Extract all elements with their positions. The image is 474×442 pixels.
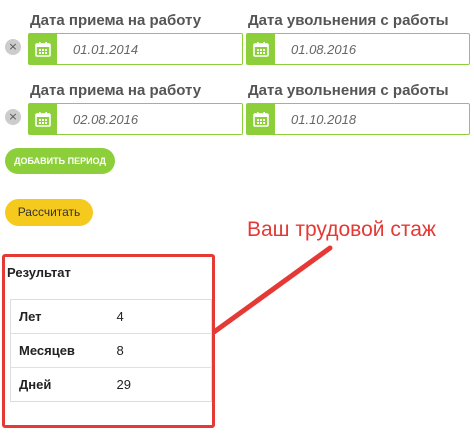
calendar-icon xyxy=(253,42,269,57)
period-row-1: Дата приема на работу Дата увольнения с … xyxy=(0,0,474,70)
remove-period-button[interactable]: × xyxy=(5,109,21,125)
period-row-2: Дата приема на работу Дата увольнения с … xyxy=(0,70,474,140)
start-date-value[interactable]: 01.01.2014 xyxy=(73,42,138,57)
calendar-icon xyxy=(35,42,51,57)
end-date-field[interactable]: 01.10.2018 xyxy=(246,103,470,135)
years-value: 4 xyxy=(116,309,124,324)
calendar-button[interactable] xyxy=(247,34,275,64)
days-label: Дней xyxy=(10,367,109,402)
months-value: 8 xyxy=(108,333,212,368)
close-icon: × xyxy=(8,110,18,123)
end-date-value[interactable]: 01.08.2016 xyxy=(291,42,356,57)
start-date-label: Дата приема на работу xyxy=(30,82,202,99)
end-date-field[interactable]: 01.08.2016 xyxy=(246,33,470,65)
result-title: Результат xyxy=(7,265,71,280)
calendar-icon xyxy=(35,112,51,127)
calculate-button[interactable]: Рассчитать xyxy=(5,199,93,226)
table-row: Лет 4 xyxy=(11,300,212,334)
remove-period-button[interactable]: × xyxy=(5,39,21,55)
end-date-value[interactable]: 01.10.2018 xyxy=(291,112,356,127)
annotation-text: Ваш трудовой стаж xyxy=(247,218,436,241)
calendar-button[interactable] xyxy=(247,104,275,134)
table-row: Месяцев 8 xyxy=(10,333,212,368)
start-date-label: Дата приема на работу xyxy=(30,12,202,29)
add-period-button[interactable]: ДОБАВИТЬ ПЕРИОД xyxy=(5,148,115,174)
start-date-field[interactable]: 01.01.2014 xyxy=(28,33,243,65)
start-date-field[interactable]: 02.08.2016 xyxy=(28,103,243,135)
months-label: Месяцев xyxy=(10,333,109,368)
result-table: Лет 4 Месяцев 8 Дней 29 xyxy=(10,299,212,402)
end-date-label: Дата увольнения с работы xyxy=(248,12,449,29)
days-value: 29 xyxy=(108,367,212,402)
start-date-value[interactable]: 02.08.2016 xyxy=(73,112,138,127)
calendar-icon xyxy=(253,112,269,127)
end-date-label: Дата увольнения с работы xyxy=(248,82,449,99)
calendar-button[interactable] xyxy=(29,34,57,64)
years-label: Лет xyxy=(19,309,42,324)
table-row: Дней 29 xyxy=(10,367,212,402)
calendar-button[interactable] xyxy=(29,104,57,134)
close-icon: × xyxy=(8,40,18,53)
result-panel: Результат Лет 4 Месяцев 8 Дней 29 xyxy=(2,254,215,428)
